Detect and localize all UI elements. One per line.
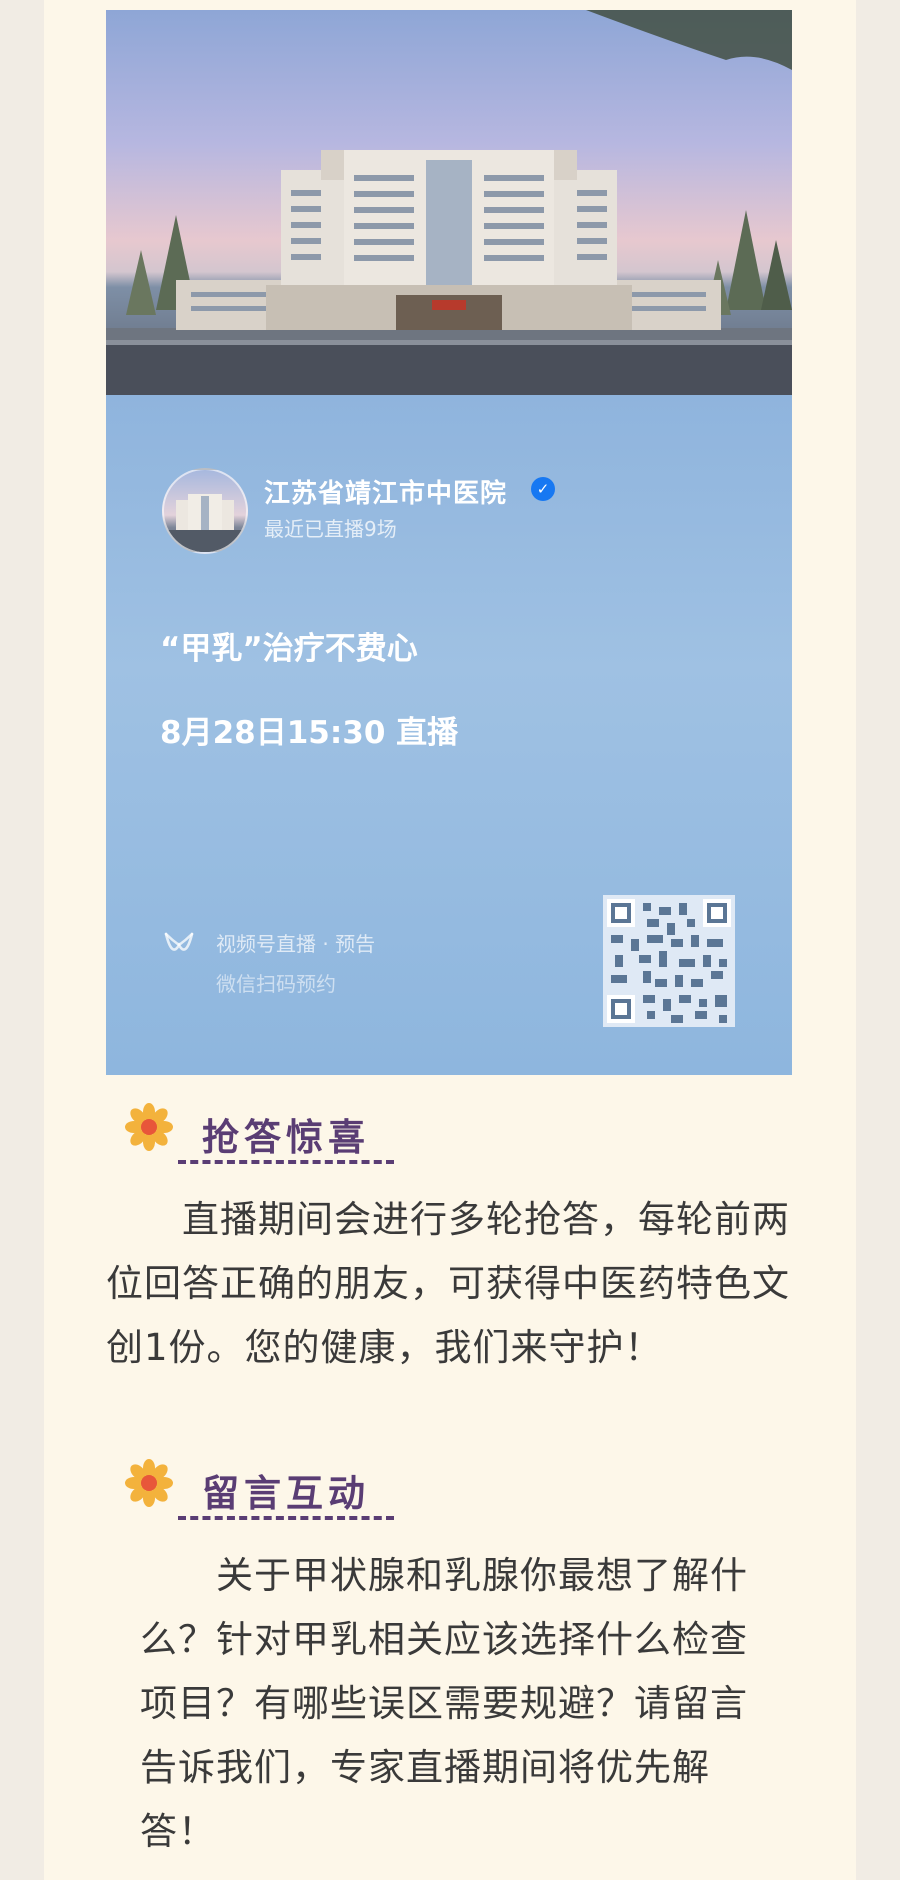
channels-logo-icon: [164, 932, 194, 951]
live-title: “甲乳”治疗不费心: [160, 631, 418, 667]
qr-code[interactable]: [603, 895, 735, 1027]
section-quiz-header: 抢答惊喜: [124, 1102, 424, 1182]
flower-icon: [125, 1459, 173, 1507]
account-live-count: 最近已直播9场: [264, 517, 397, 541]
section-underline: [178, 1516, 394, 1520]
scan-hint: 微信扫码预约: [216, 972, 336, 996]
account-avatar[interactable]: [162, 468, 248, 554]
section-body: 直播期间会进行多轮抢答，每轮前两位回答正确的朋友，可获得中医药特色文创1份。您的…: [106, 1198, 790, 1369]
hospital-photo: [106, 10, 792, 395]
section-underline: [178, 1160, 394, 1164]
account-name[interactable]: 江苏省靖江市中医院: [264, 473, 507, 510]
live-preview-card[interactable]: 江苏省靖江市中医院 ✓ 最近已直播9场 “甲乳”治疗不费心 8月28日15:30…: [106, 10, 792, 1075]
section-title: 抢答惊喜: [202, 1116, 370, 1159]
section-comment-header: 留言互动: [124, 1458, 424, 1538]
channel-label: 视频号直播 · 预告: [216, 932, 376, 956]
live-info-panel: 江苏省靖江市中医院 ✓ 最近已直播9场 “甲乳”治疗不费心 8月28日15:30…: [106, 395, 792, 1075]
live-schedule: 8月28日15:30 直播: [160, 715, 459, 751]
section-body: 关于甲状腺和乳腺你最想了解什么？针对甲乳相关应该选择什么检查项目？有哪些误区需要…: [140, 1554, 748, 1853]
flower-icon: [125, 1103, 173, 1151]
section-title: 留言互动: [202, 1472, 370, 1515]
verified-badge-icon: ✓: [531, 477, 555, 501]
